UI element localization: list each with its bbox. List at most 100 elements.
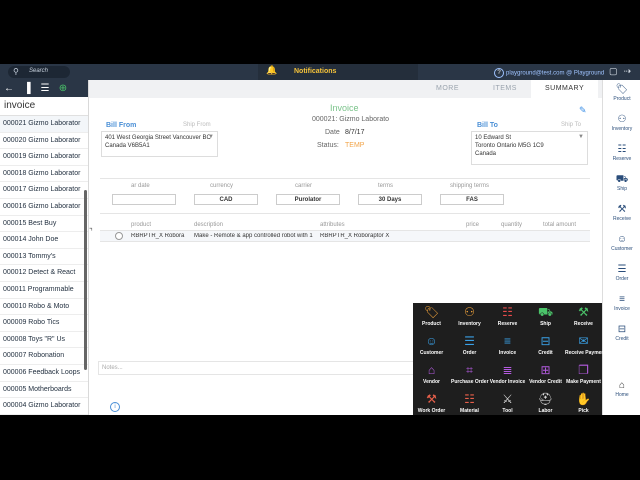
add-icon[interactable]: ⊕ (54, 80, 72, 97)
module-receive[interactable]: ⚒ Receive (565, 303, 602, 332)
rail-item-credit[interactable]: ⊟ Credit (603, 324, 640, 342)
tab-more[interactable]: MORE (436, 85, 459, 92)
fullscreen-icon[interactable]: ▢ (609, 66, 618, 76)
module-vendor-credit[interactable]: ⊞ Vendor Credit (527, 361, 564, 390)
list-item[interactable]: 000009 Robo Tics (0, 315, 88, 332)
carrier-field[interactable]: Purolator (276, 194, 340, 205)
invoice-date[interactable]: Date 8/7/17 (325, 129, 364, 136)
list-item[interactable]: 000012 Detect & React (0, 265, 88, 282)
rail-item-more[interactable]: + More (603, 406, 640, 415)
rail-item-order[interactable]: ☰ Order (603, 264, 640, 282)
date-label: Date (325, 129, 340, 136)
module-tool[interactable]: ⚔ Tool (489, 390, 526, 415)
list-item[interactable]: 000021 Gizmo Laborator (0, 116, 88, 133)
module-inventory[interactable]: ⚇ Inventory (451, 303, 488, 332)
invoice-list: 000021 Gizmo Laborator 000020 Gizmo Labor… (0, 116, 88, 415)
list-item[interactable]: 000016 Gizmo Laborator (0, 199, 88, 216)
shipping-terms-field[interactable]: FAS (440, 194, 504, 205)
currency-label: currency (210, 183, 234, 189)
module-vendor[interactable]: ⌂ Vendor (413, 361, 450, 390)
rail-item-customer[interactable]: ☺ Customer (603, 234, 640, 252)
rail-item-product[interactable]: 🏷 Product (603, 84, 640, 102)
rail-item-invoice[interactable]: ≡ Invoice (603, 294, 640, 312)
list-item[interactable]: 000010 Robo & Moto (0, 299, 88, 316)
list-item[interactable]: 000017 Gizmo Laborator (0, 182, 88, 199)
module-customer[interactable]: ☺ Customer (413, 332, 450, 361)
chevron-down-icon[interactable]: ▼ (578, 133, 584, 141)
notes-field[interactable]: Notes... (98, 361, 414, 375)
user-account[interactable]: ? playground@test.com @ Playground (494, 68, 604, 78)
module-label: Material (460, 408, 479, 414)
list-item[interactable]: 000005 Motherboards (0, 382, 88, 399)
list-item[interactable]: 000004 Gizmo Laborator (0, 398, 88, 415)
credit-icon: ⊟ (617, 324, 627, 335)
date-value: 8/7/17 (345, 129, 365, 136)
module-vendor-invoice[interactable]: ≣ Vendor Invoice (489, 361, 526, 390)
module-pick[interactable]: ✋ Pick (565, 390, 602, 415)
rail-item-reserve[interactable]: ☷ Reserve (603, 144, 640, 162)
tab-bar: MORE ITEMS SUMMARY (89, 80, 602, 98)
module-purchase-order[interactable]: ⌗ Purchase Order (451, 361, 489, 390)
table-row[interactable]: RBRPTR_X Robora Make - Remote & app cont… (100, 231, 590, 242)
edit-icon[interactable]: ✎ (579, 105, 587, 116)
currency-field[interactable]: CAD (194, 194, 258, 205)
list-item[interactable]: 000019 Gizmo Laborator (0, 149, 88, 166)
status-label: Status: (317, 142, 339, 149)
module-make-payment[interactable]: ❐ Make Payment (565, 361, 602, 390)
module-credit[interactable]: ⊟ Credit (527, 332, 564, 361)
ship-from-label[interactable]: Ship From (183, 122, 211, 128)
list-item[interactable]: 000008 Toys "R" Us (0, 332, 88, 349)
module-receive-payment[interactable]: ✉ Receive Payment (565, 332, 606, 361)
module-invoice[interactable]: ≡ Invoice (489, 332, 526, 361)
bill-from-address[interactable]: 401 West Georgia Street Vancouver BC Can… (101, 131, 218, 157)
expand-corner-icon[interactable]: ⌝ (89, 227, 93, 236)
module-labor[interactable]: ⛑ Labor (527, 390, 564, 415)
invoice-title: Invoice (330, 103, 359, 113)
rail-item-inventory[interactable]: ⚇ Inventory (603, 114, 640, 132)
sidebar-scrollbar[interactable] (84, 190, 87, 370)
tab-items[interactable]: ITEMS (493, 85, 517, 92)
help-icon[interactable]: ? (494, 68, 504, 78)
ar-date-field[interactable] (112, 194, 176, 205)
list-item[interactable]: 000011 Programmable (0, 282, 88, 299)
module-product[interactable]: 🏷 Product (413, 303, 450, 332)
rail-item-receive[interactable]: ⚒ Receive (603, 204, 640, 222)
rail-item-label: Credit (615, 336, 629, 342)
forklift-icon: ⚒ (617, 204, 627, 215)
module-order[interactable]: ☰ Order (451, 332, 488, 361)
module-material[interactable]: ☷ Material (451, 390, 488, 415)
rail-item-label: Receive (612, 216, 632, 222)
list-item[interactable]: 000013 Tommy's (0, 249, 88, 266)
module-label: Customer (419, 350, 444, 356)
ship-to-label[interactable]: Ship To (561, 122, 581, 128)
vendor-icon: ⌂ (427, 363, 436, 377)
bell-icon: 🔔 (266, 65, 278, 75)
tab-summary[interactable]: SUMMARY (531, 80, 599, 98)
search-input[interactable]: ⚲ Search (8, 66, 70, 78)
terms-field[interactable]: 30 Days (358, 194, 422, 205)
hand-truck-icon: ⚇ (464, 305, 475, 319)
module-ship[interactable]: ⛟ Ship (527, 303, 564, 332)
info-icon[interactable]: i (110, 402, 120, 412)
chevron-down-icon[interactable]: ▼ (208, 133, 214, 141)
hardhat-icon: ⛑ (537, 392, 554, 406)
logout-icon[interactable]: ⇢ (624, 66, 632, 76)
rail-item-ship[interactable]: ⛟ Ship (603, 174, 640, 192)
list-item[interactable]: 000015 Best Buy (0, 216, 88, 233)
vendor-invoice-icon: ≣ (502, 363, 513, 377)
rail-item-home[interactable]: ⌂ Home (603, 380, 640, 398)
bill-to-address[interactable]: 10 Edward St Toronto Ontario M5G 1C9 Can… (471, 131, 588, 165)
back-arrow-icon[interactable]: ← (0, 80, 18, 97)
notifications-button[interactable]: 🔔 Notifications (258, 64, 418, 80)
bill-to-label: Bill To (477, 122, 498, 129)
module-work-order[interactable]: ⚒ Work Order (413, 390, 450, 415)
list-icon[interactable]: ☰ (36, 80, 54, 97)
row-select-radio[interactable] (115, 232, 123, 240)
list-item[interactable]: 000014 John Doe (0, 232, 88, 249)
list-item[interactable]: 000007 Robonation (0, 348, 88, 365)
list-item[interactable]: 000018 Gizmo Laborator (0, 166, 88, 183)
chart-icon[interactable]: ▐ (18, 80, 36, 97)
module-reserve[interactable]: ☷ Reserve (489, 303, 526, 332)
list-item[interactable]: 000006 Feedback Loops (0, 365, 88, 382)
list-item[interactable]: 000020 Gizmo Laborator (0, 133, 88, 150)
